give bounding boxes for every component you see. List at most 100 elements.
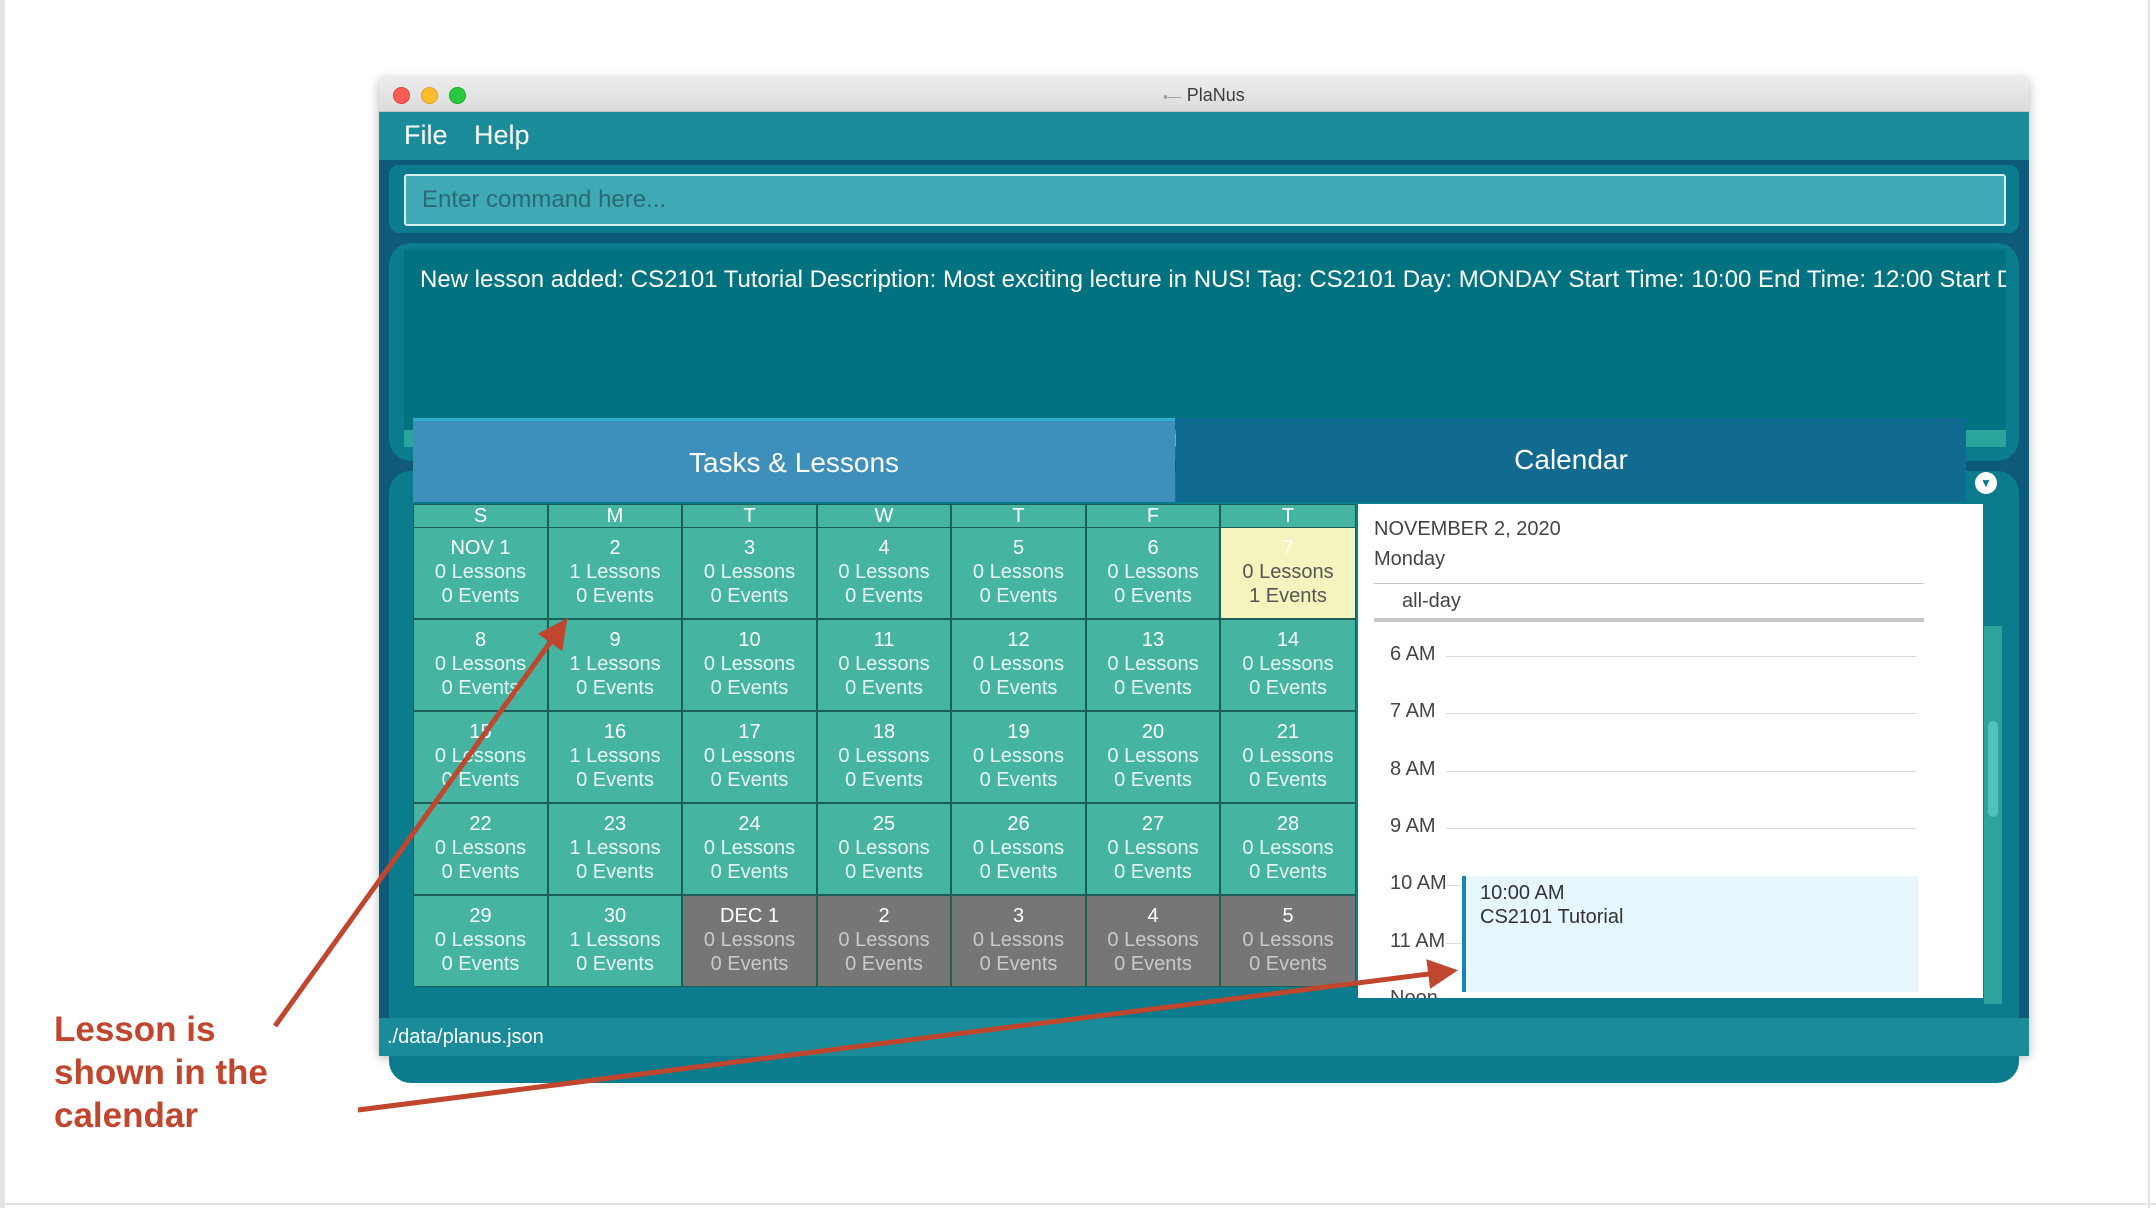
calendar-day-cell[interactable]: 50 Lessons 0 Events bbox=[951, 527, 1086, 619]
calendar-day-cell[interactable]: 22 0 Lessons 0 Events bbox=[413, 803, 548, 895]
calendar-day-cell[interactable]: 27 0 Lessons 0 Events bbox=[1086, 803, 1220, 895]
day-number: 12 bbox=[1007, 629, 1030, 651]
day-event-count: 0 Events bbox=[710, 861, 789, 883]
calendar-day-cell[interactable]: 11 0 Lessons 0 Events bbox=[817, 619, 951, 711]
calendar-event[interactable]: 10:00 AM CS2101 Tutorial bbox=[1462, 876, 1918, 992]
annotation-line: shown in the bbox=[54, 1053, 268, 1092]
day-number: 17 bbox=[738, 721, 761, 743]
day-event-count: 0 Events bbox=[710, 769, 789, 791]
day-lesson-count: 0 Lessons bbox=[1242, 561, 1334, 583]
day-lesson-count: 0 Lessons bbox=[434, 837, 527, 859]
day-number: 4 bbox=[878, 537, 890, 559]
day-number: 6 bbox=[1147, 537, 1159, 559]
tab-dropdown-icon[interactable]: ▼ bbox=[1975, 472, 1997, 494]
calendar-day-cell[interactable]: 14 0 Lessons 0 Events bbox=[1220, 619, 1356, 711]
calendar-day-cell[interactable]: 30 Lessons 0 Events bbox=[951, 895, 1086, 987]
day-event-count: 0 Events bbox=[710, 585, 789, 607]
calendar-day-cell[interactable]: 50 Lessons 0 Events bbox=[1220, 895, 1356, 987]
calendar-day-cell[interactable]: 16 1 Lessons 0 Events bbox=[548, 711, 682, 803]
calendar-day-cell[interactable]: 30 Lessons 0 Events bbox=[682, 527, 817, 619]
day-event-count: 0 Events bbox=[1114, 953, 1192, 975]
menu-file[interactable]: File bbox=[404, 120, 448, 151]
day-event-count: 0 Events bbox=[710, 677, 789, 699]
day-event-count: 0 Events bbox=[1249, 861, 1327, 883]
calendar-day-cell[interactable]: 20 0 Lessons 0 Events bbox=[1086, 711, 1220, 803]
day-lesson-count: 0 Lessons bbox=[972, 929, 1065, 951]
day-view-scrollbar-thumb[interactable] bbox=[1988, 721, 1998, 817]
menu-help[interactable]: Help bbox=[474, 120, 530, 151]
day-lesson-count: 0 Lessons bbox=[434, 653, 527, 675]
day-lesson-count: 0 Lessons bbox=[838, 653, 930, 675]
day-lesson-count: 0 Lessons bbox=[1107, 837, 1199, 859]
calendar-day-cell[interactable]: 28 0 Lessons 0 Events bbox=[1220, 803, 1356, 895]
calendar-day-cell[interactable]: 24 0 Lessons 0 Events bbox=[682, 803, 817, 895]
day-event-count: 1 Events bbox=[1249, 585, 1327, 607]
day-number: 21 bbox=[1276, 721, 1300, 743]
day-number: 4 bbox=[1147, 905, 1159, 927]
day-lesson-count: 0 Lessons bbox=[838, 929, 930, 951]
calendar-day-cell[interactable]: 20 Lessons 0 Events bbox=[817, 895, 951, 987]
calendar-day-cell[interactable]: 15 0 Lessons 0 Events bbox=[413, 711, 548, 803]
day-event-count: 0 Events bbox=[845, 677, 923, 699]
calendar-day-cell[interactable]: NOV 10 Lessons 0 Events bbox=[413, 527, 548, 619]
weekday-header-row: SMTWTFT bbox=[413, 504, 1356, 528]
calendar-day-cell[interactable]: 60 Lessons 0 Events bbox=[1086, 527, 1220, 619]
calendar-day-cell[interactable]: 30 1 Lessons 0 Events bbox=[548, 895, 682, 987]
day-event-count: 0 Events bbox=[1114, 585, 1192, 607]
day-event-count: 0 Events bbox=[441, 953, 520, 975]
calendar-day-cell[interactable]: 21 0 Lessons 0 Events bbox=[1220, 711, 1356, 803]
calendar-day-cell[interactable]: 13 0 Lessons 0 Events bbox=[1086, 619, 1220, 711]
day-lesson-count: 0 Lessons bbox=[703, 929, 796, 951]
day-lesson-count: 0 Lessons bbox=[434, 561, 527, 583]
day-number: 18 bbox=[872, 721, 896, 743]
day-number: 24 bbox=[738, 813, 761, 835]
calendar-day-cell[interactable]: 91 Lessons 0 Events bbox=[548, 619, 682, 711]
calendar-day-cell[interactable]: 25 0 Lessons 0 Events bbox=[817, 803, 951, 895]
result-text: New lesson added: CS2101 Tutorial Descri… bbox=[420, 266, 2006, 293]
weekday-header: S bbox=[413, 504, 548, 528]
day-lesson-count: 0 Lessons bbox=[1107, 745, 1199, 767]
annotation-line: calendar bbox=[54, 1096, 198, 1135]
title-bar: ▪— PlaNus bbox=[379, 78, 2029, 112]
weekday-header: T bbox=[682, 504, 817, 528]
day-number: 13 bbox=[1141, 629, 1165, 651]
day-event-count: 0 Events bbox=[1114, 861, 1192, 883]
calendar-day-cell[interactable]: 80 Lessons 0 Events bbox=[413, 619, 548, 711]
calendar-day-cell[interactable]: 21 Lessons 0 Events bbox=[548, 527, 682, 619]
day-number: 28 bbox=[1276, 813, 1300, 835]
hour-label: 8 AM bbox=[1390, 757, 1436, 780]
tab-tasks-lessons[interactable]: Tasks & Lessons bbox=[413, 418, 1175, 502]
day-number: 11 bbox=[873, 629, 895, 651]
day-event-count: 0 Events bbox=[845, 953, 923, 975]
calendar-day-cell[interactable]: 40 Lessons 0 Events bbox=[1086, 895, 1220, 987]
day-number: 3 bbox=[1012, 905, 1025, 927]
day-number: 29 bbox=[469, 905, 492, 927]
calendar-day-cell[interactable]: 23 1 Lessons 0 Events bbox=[548, 803, 682, 895]
hour-gridline bbox=[1446, 656, 1916, 657]
day-lesson-count: 0 Lessons bbox=[703, 653, 796, 675]
calendar-day-cell[interactable]: 29 0 Lessons 0 Events bbox=[413, 895, 548, 987]
month-calendar: SMTWTFT NOV 10 Lessons 0 Events 2 1 Lessons… bbox=[413, 504, 1356, 998]
day-lesson-count: 0 Lessons bbox=[703, 561, 796, 583]
calendar-day-cell[interactable]: 10 0 Lessons 0 Events bbox=[682, 619, 817, 711]
day-event-count: 0 Events bbox=[845, 861, 923, 883]
command-input[interactable] bbox=[404, 174, 2006, 226]
calendar-day-cell[interactable]: DEC 10 Lessons 0 Events bbox=[682, 895, 817, 987]
hour-label: 6 AM bbox=[1390, 643, 1436, 665]
calendar-day-cell[interactable]: 26 0 Lessons 0 Events bbox=[951, 803, 1086, 895]
calendar-day-cell[interactable]: 70 Lessons 1 Events bbox=[1220, 527, 1356, 619]
day-number: 16 bbox=[603, 721, 627, 743]
day-lesson-count: 0 Lessons bbox=[703, 745, 796, 767]
calendar-day-cell[interactable]: 17 0 Lessons 0 Events bbox=[682, 711, 817, 803]
day-number: 27 bbox=[1141, 813, 1165, 835]
day-lesson-count: 0 Lessons bbox=[972, 653, 1065, 675]
day-number: 7 bbox=[1282, 537, 1294, 559]
calendar-day-cell[interactable]: 18 0 Lessons 0 Events bbox=[817, 711, 951, 803]
calendar-day-cell[interactable]: 40 Lessons 0 Events bbox=[817, 527, 951, 619]
day-number: 5 bbox=[1012, 537, 1025, 559]
day-lesson-count: 0 Lessons bbox=[1242, 653, 1334, 675]
tab-calendar[interactable]: Calendar bbox=[1176, 418, 1966, 502]
calendar-day-cell[interactable]: 19 0 Lessons 0 Events bbox=[951, 711, 1086, 803]
calendar-day-cell[interactable]: 12 0 Lessons 0 Events bbox=[951, 619, 1086, 711]
event-title: CS2101 Tutorial bbox=[1480, 906, 1624, 928]
